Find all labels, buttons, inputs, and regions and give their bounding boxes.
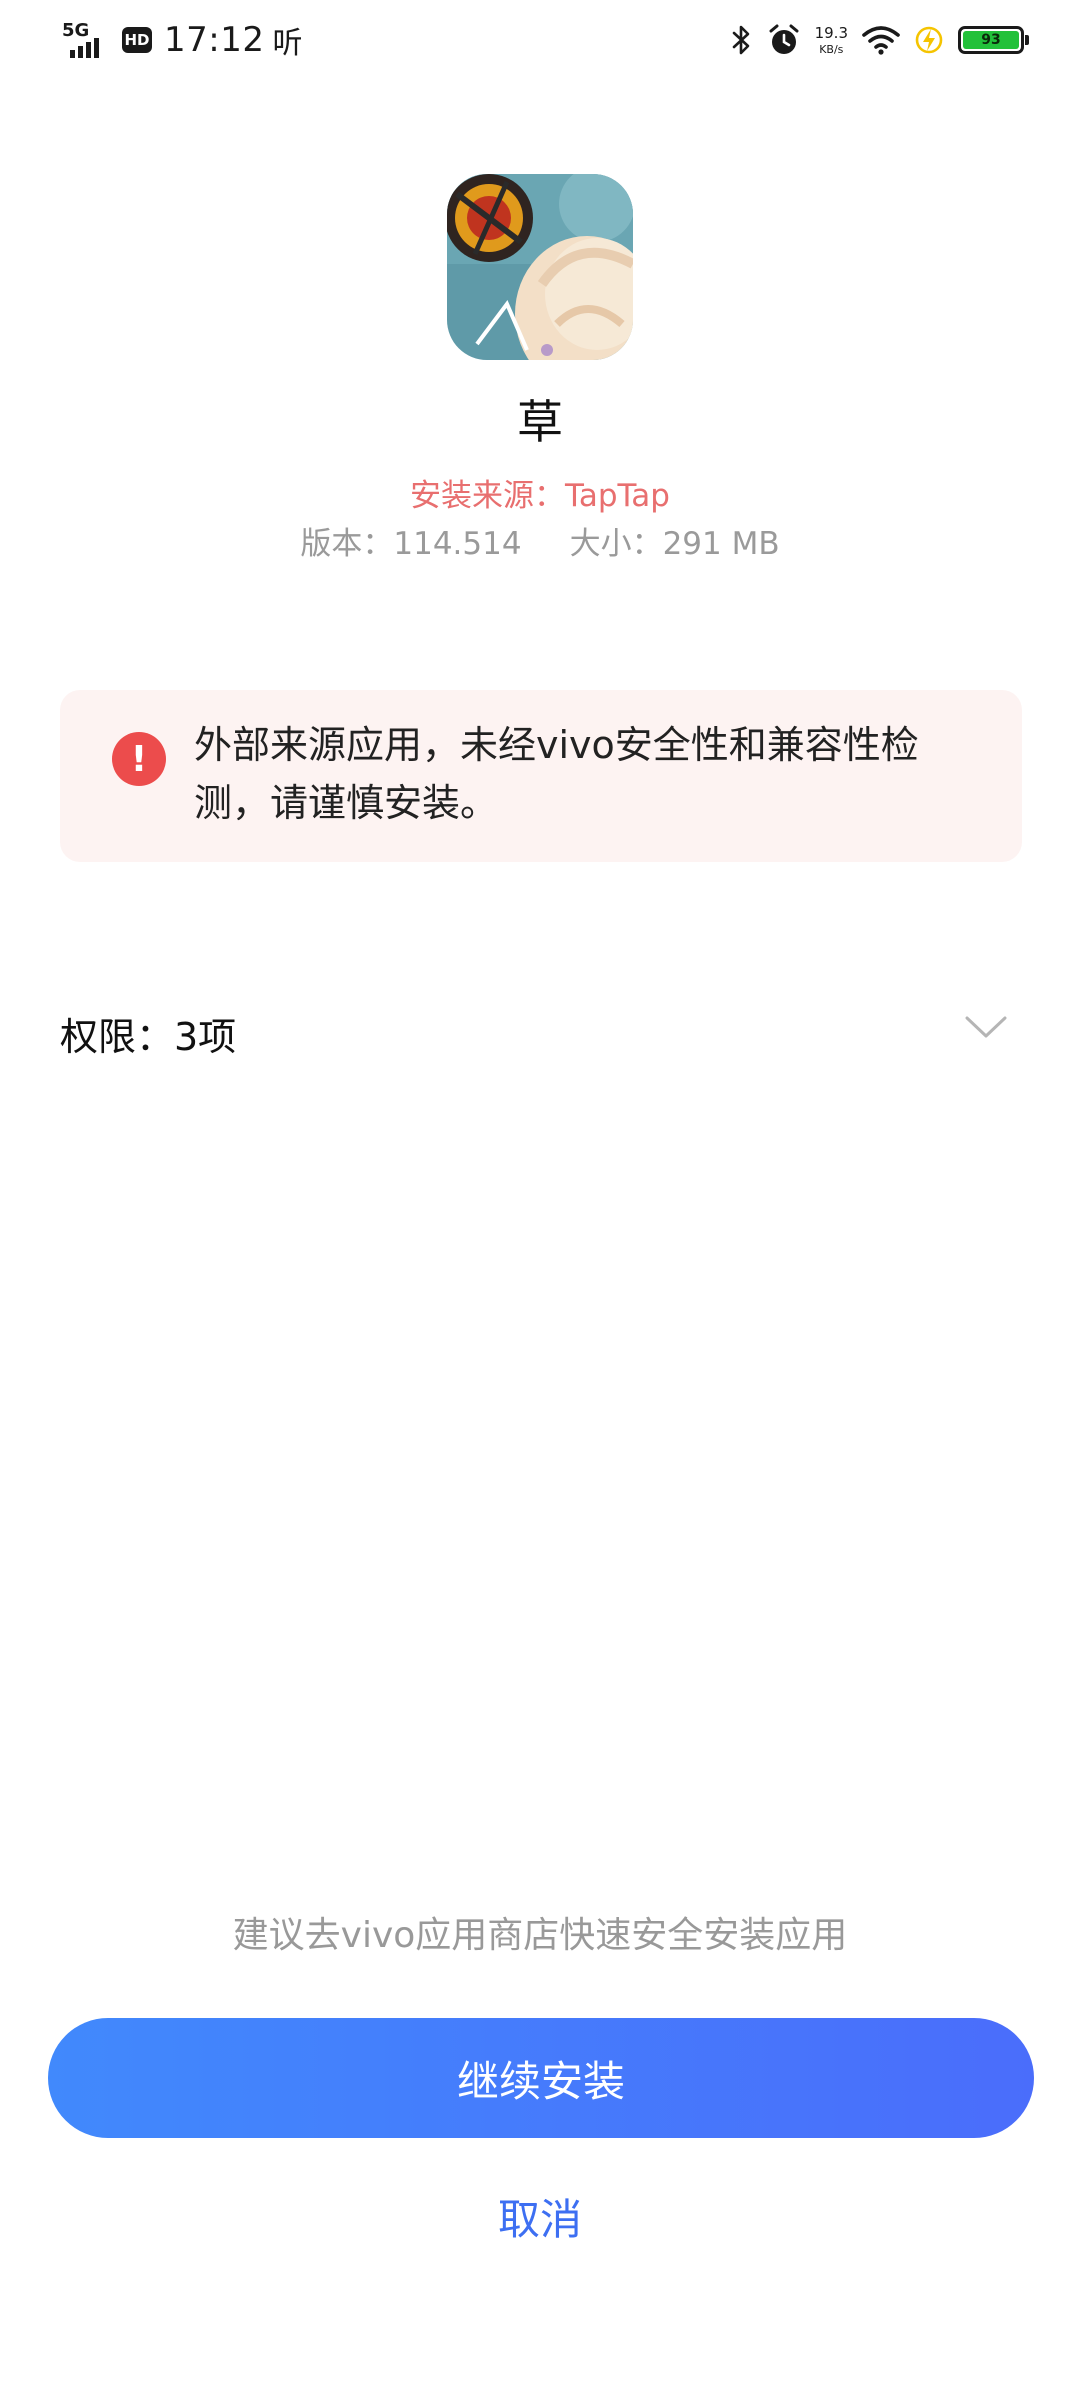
status-right: 19.3 KB/s 93 (731, 18, 1029, 62)
permissions-row[interactable]: 权限：3项 (60, 996, 1022, 1066)
clock: 17:12 (164, 20, 265, 60)
battery-icon: 93 (958, 26, 1029, 54)
store-suggestion: 建议去vivo应用商店快速安全安装应用 (232, 1915, 848, 1956)
listen-indicator: 听 (272, 26, 303, 61)
signal-indicator: 5G (62, 20, 112, 60)
app-name: 草 (517, 395, 563, 449)
security-warning-card: ! 外部来源应用，未经vivo安全性和兼容性检测，请谨慎安装。 (60, 690, 1022, 862)
signal-bars-icon (70, 38, 99, 58)
battery-level: 93 (963, 31, 1019, 49)
status-left: 5G HD 17:12 听 (62, 18, 302, 62)
continue-install-button[interactable]: 继续安装 (48, 2018, 1034, 2138)
chevron-down-icon[interactable] (964, 1012, 1008, 1042)
exclamation-icon: ! (112, 732, 166, 786)
bluetooth-icon (731, 24, 753, 56)
status-bar: 5G HD 17:12 听 19.3 KB/s 93 (0, 0, 1080, 80)
network-speed: 19.3 KB/s (814, 23, 848, 56)
hd-badge: HD (122, 27, 152, 53)
install-source: 安装来源：TapTap (410, 478, 670, 514)
install-page: 5G HD 17:12 听 19.3 KB/s 93 草 安装来源：TapTap… (0, 0, 1080, 2408)
app-icon (447, 174, 633, 360)
permissions-label: 权限：3项 (60, 1015, 237, 1059)
charging-icon (914, 25, 944, 55)
app-meta: 版本：114.514 大小：291 MB (0, 518, 1080, 563)
cancel-button[interactable]: 取消 (390, 2176, 690, 2256)
app-version: 版本：114.514 (300, 526, 522, 562)
warning-text: 外部来源应用，未经vivo安全性和兼容性检测，请谨慎安装。 (194, 723, 919, 825)
wifi-icon (862, 25, 900, 55)
alarm-icon (767, 23, 801, 57)
app-size: 大小：291 MB (569, 526, 780, 562)
